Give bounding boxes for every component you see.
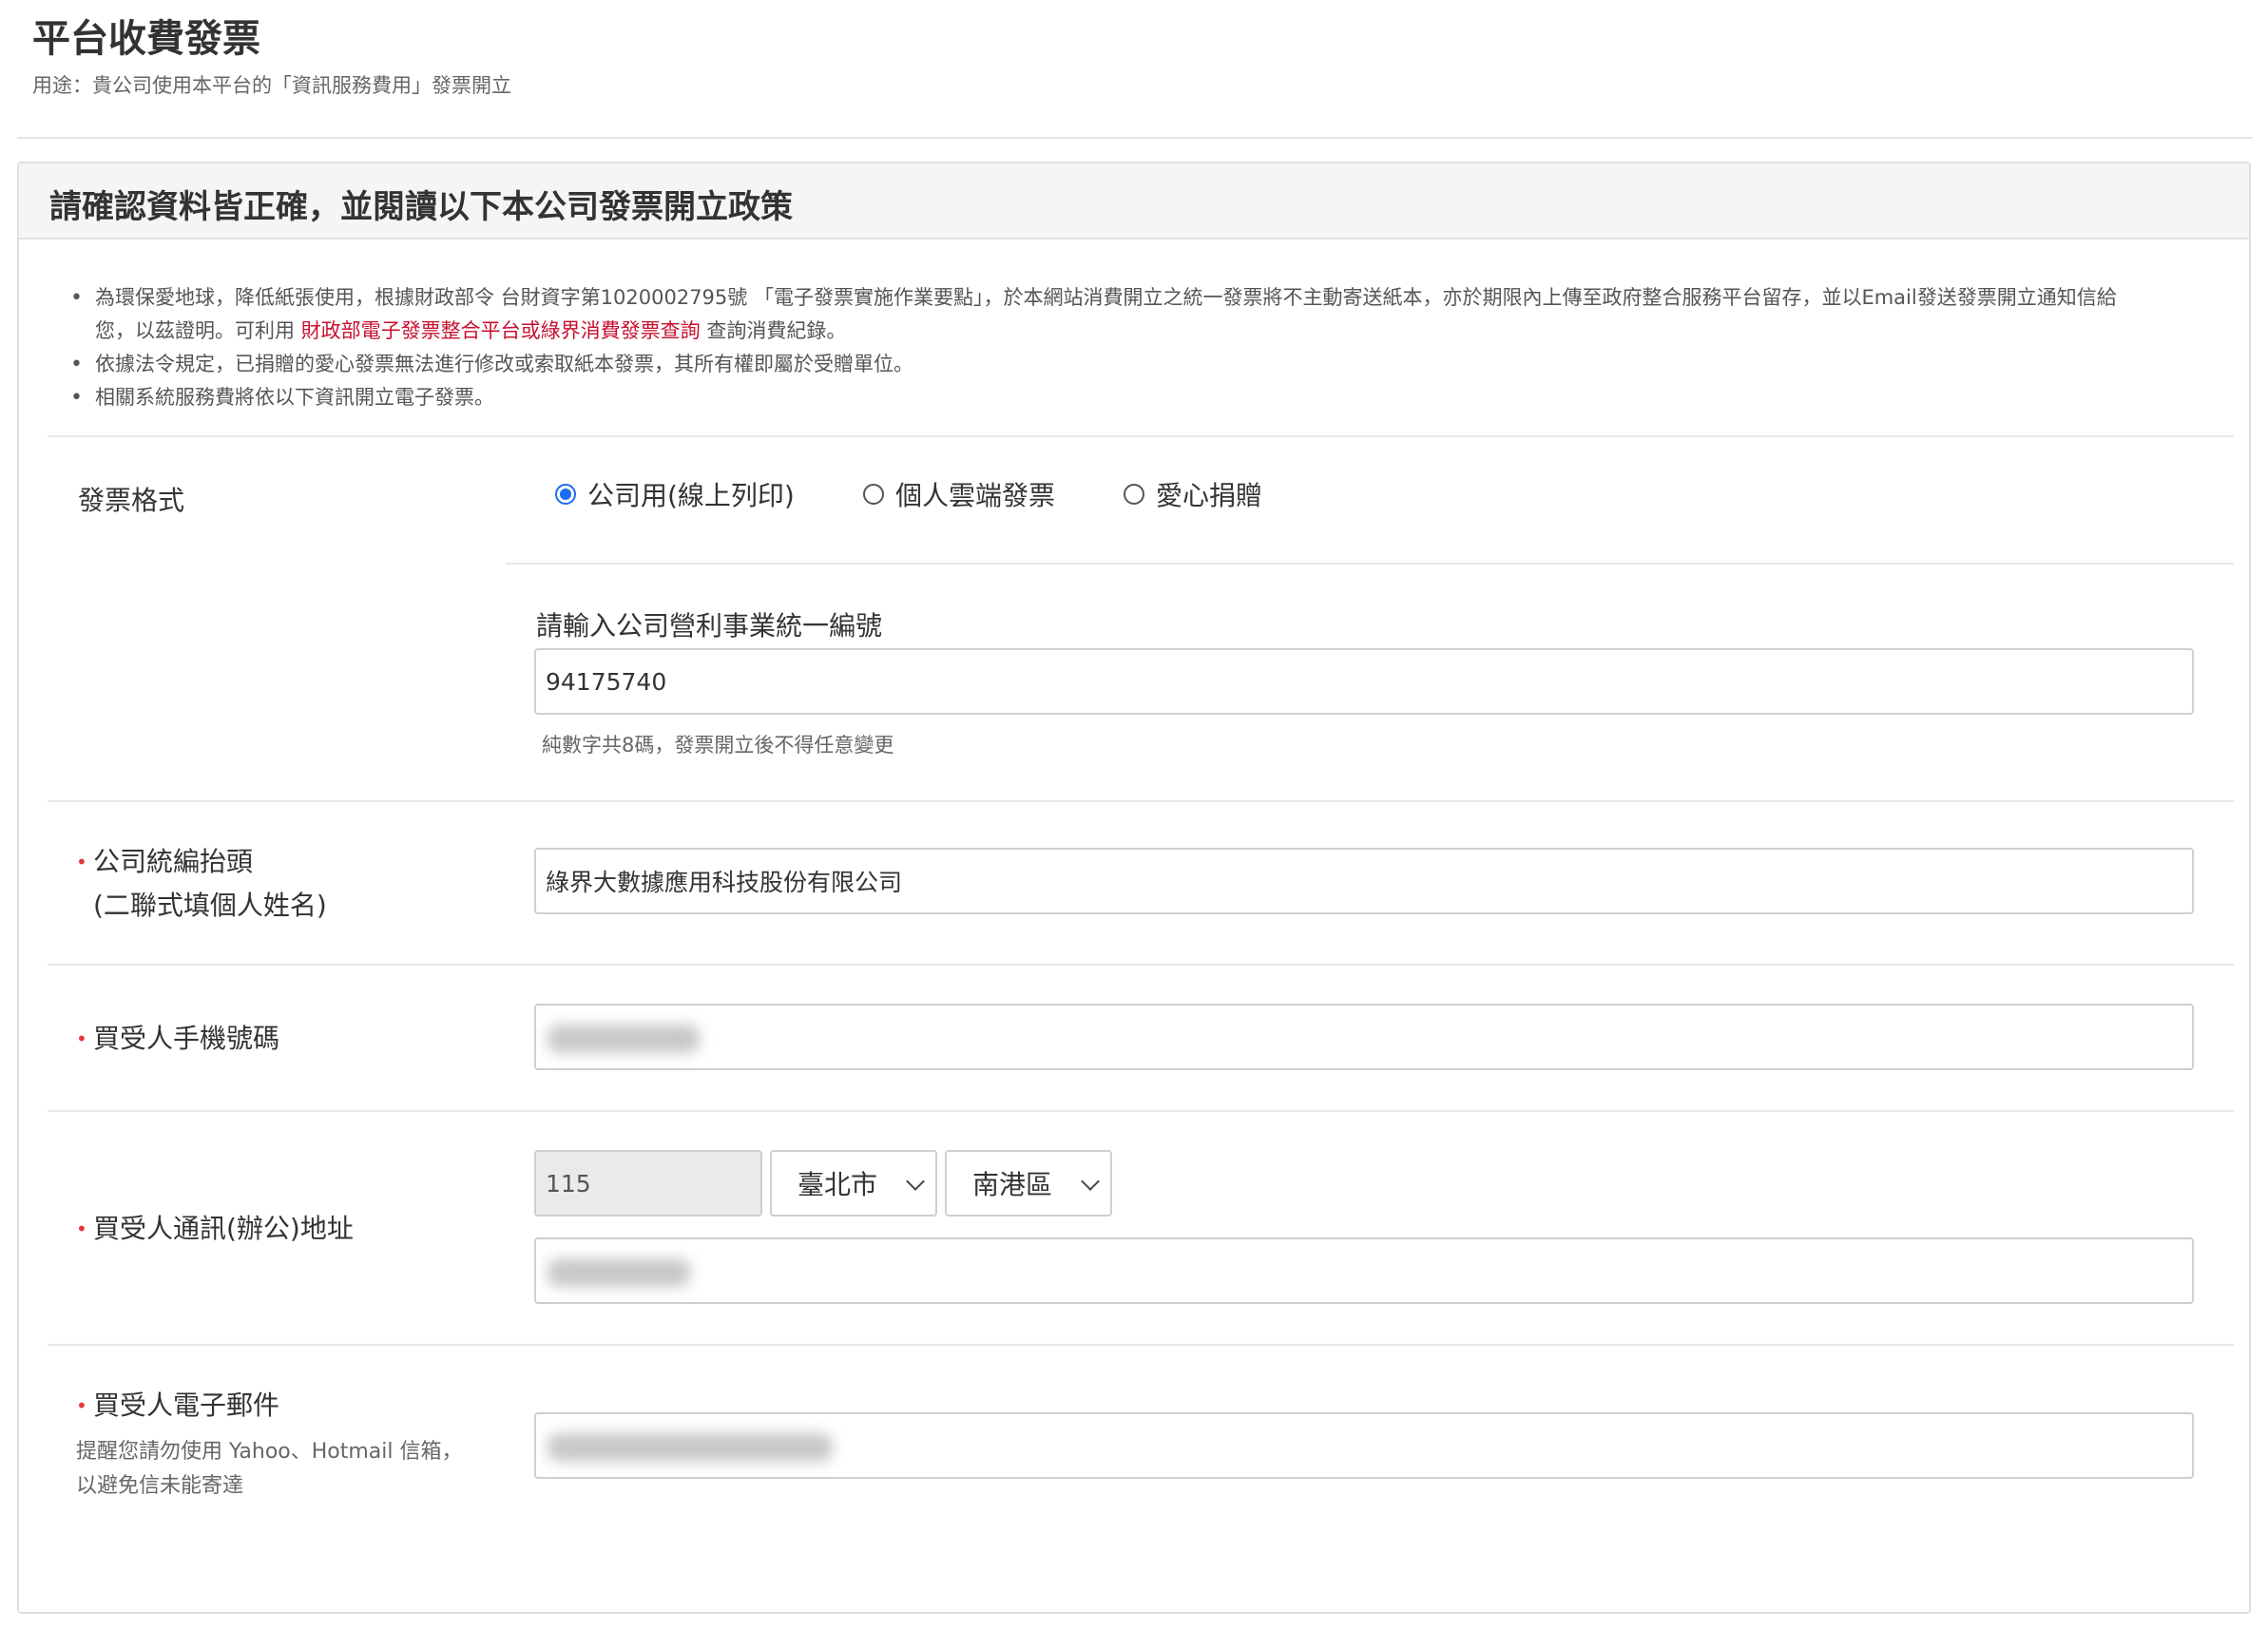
tax-id-input[interactable]: 94175740 <box>534 648 2194 715</box>
radio-label: 個人雲端發票 <box>895 480 1056 511</box>
page-subtitle: 用途：貴公司使用本平台的「資訊服務費用」發票開立 <box>32 74 511 97</box>
divider <box>48 435 2234 437</box>
email-hint-line-1: 提醒您請勿使用 Yahoo、Hotmail 信箱， <box>76 1440 463 1464</box>
redacted-value <box>548 1258 690 1287</box>
phone-input[interactable] <box>534 1004 2194 1070</box>
divider <box>48 1344 2234 1346</box>
divider <box>48 964 2234 966</box>
policy-item: 相關系統服務費將依以下資訊開立電子發票。 <box>70 381 2253 414</box>
card-title: 請確認資料皆正確，並閱讀以下本公司發票開立政策 <box>49 188 793 226</box>
header-divider <box>17 137 2253 139</box>
policy-item: 依據法令規定，已捐贈的愛心發票無法進行修改或索取紙本發票，其所有權即屬於受贈單位… <box>70 348 2253 381</box>
radio-unchecked-icon <box>1124 484 1144 505</box>
company-title-sublabel: (二聯式填個人姓名) <box>93 890 327 921</box>
radio-label: 愛心捐贈 <box>1156 480 1263 511</box>
district-select-value: 南港區 <box>971 1169 1052 1200</box>
city-select-value: 臺北市 <box>797 1169 877 1200</box>
company-title-label: 公司統編抬頭 <box>93 846 254 877</box>
district-select[interactable]: 南港區 <box>945 1150 1112 1217</box>
policy-item-1-text-end: 查詢消費紀錄。 <box>700 319 847 342</box>
divider <box>48 1110 2234 1112</box>
tax-id-label: 請輸入公司營利事業統一編號 <box>536 610 883 642</box>
chevron-down-icon <box>1081 1172 1100 1191</box>
divider <box>506 563 2234 565</box>
invoice-card: 請確認資料皆正確，並閱讀以下本公司發票開立政策 為環保愛地球，降低紙張使用，根據… <box>17 162 2251 1614</box>
page-title: 平台收費發票 <box>32 17 260 61</box>
radio-checked-icon <box>555 484 576 505</box>
required-mark: • <box>76 851 87 873</box>
policy-item: 為環保愛地球，降低紙張使用，根據財政部令 台財資字第1020002795號 「電… <box>70 281 2253 348</box>
address-label: 買受人通訊(辦公)地址 <box>93 1213 354 1244</box>
required-mark: • <box>76 1217 87 1240</box>
einvoice-platform-link[interactable]: 財政部電子發票整合平台或綠界消費發票查詢 <box>301 319 701 342</box>
email-label: 買受人電子郵件 <box>93 1389 280 1421</box>
radio-personal-cloud[interactable]: 個人雲端發票 <box>863 473 1055 515</box>
policy-item-1-text-cont: 您，以茲證明。可利用 <box>95 319 301 342</box>
address-detail-input[interactable] <box>534 1237 2194 1304</box>
redacted-value <box>548 1433 833 1462</box>
tax-id-help: 純數字共8碼，發票開立後不得任意變更 <box>542 734 894 757</box>
radio-company-online-print[interactable]: 公司用(線上列印) <box>555 473 795 515</box>
radio-label: 公司用(線上列印) <box>587 480 795 511</box>
chevron-down-icon <box>906 1172 925 1191</box>
redacted-value <box>548 1025 700 1053</box>
zip-code-input: 115 <box>534 1150 762 1217</box>
required-mark: • <box>76 1394 87 1417</box>
divider <box>48 800 2234 802</box>
required-mark: • <box>76 1027 87 1050</box>
card-header: 請確認資料皆正確，並閱讀以下本公司發票開立政策 <box>19 163 2249 240</box>
radio-donation[interactable]: 愛心捐贈 <box>1124 473 1262 515</box>
phone-label: 買受人手機號碼 <box>93 1023 280 1054</box>
company-title-input[interactable]: 綠界大數據應用科技股份有限公司 <box>534 848 2194 914</box>
policy-item-1-text: 為環保愛地球，降低紙張使用，根據財政部令 台財資字第1020002795號 「電… <box>95 286 2117 309</box>
email-hint-line-2: 以避免信未能寄達 <box>76 1474 244 1498</box>
policy-list: 為環保愛地球，降低紙張使用，根據財政部令 台財資字第1020002795號 「電… <box>70 281 2253 414</box>
email-input[interactable] <box>534 1412 2194 1479</box>
invoice-format-label: 發票格式 <box>78 485 185 516</box>
city-select[interactable]: 臺北市 <box>770 1150 937 1217</box>
radio-unchecked-icon <box>863 484 884 505</box>
